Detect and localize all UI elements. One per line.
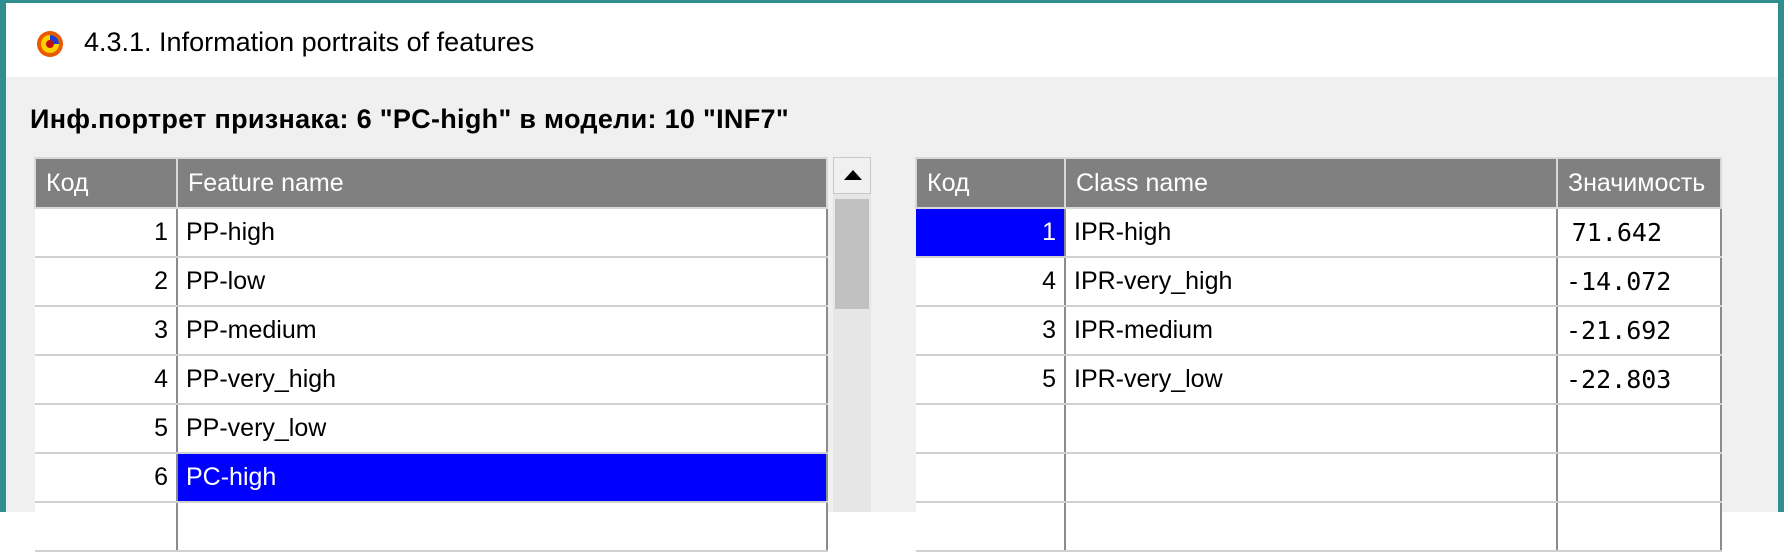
column-header-feature-name[interactable]: Feature name [176, 157, 828, 209]
cell-class-name[interactable] [1065, 502, 1558, 552]
table-row[interactable]: 2 PP-low [35, 257, 828, 307]
cell-feature-name[interactable]: PP-very_low [177, 404, 828, 454]
table-row[interactable] [35, 502, 828, 552]
column-header-code[interactable]: Код [915, 157, 1066, 209]
table-row[interactable]: 3 PP-medium [35, 306, 828, 356]
cell-significance[interactable] [1557, 404, 1722, 454]
table-row[interactable]: 1 PP-high [35, 208, 828, 258]
classes-table: Код Class name Значимость 1 IPR-high 71.64… [915, 157, 1722, 552]
cell-feature-name[interactable]: PP-medium [177, 306, 828, 356]
cell-code[interactable]: 1 [35, 208, 178, 258]
cell-class-name[interactable] [1065, 453, 1558, 503]
classes-header-row: Код Class name Значимость [915, 157, 1722, 209]
cell-code[interactable]: 2 [35, 257, 178, 307]
cell-code[interactable]: 4 [35, 355, 178, 405]
cell-class-name[interactable]: IPR-very_low [1065, 355, 1558, 405]
scroll-thumb[interactable] [835, 199, 869, 309]
cell-feature-name[interactable] [177, 502, 828, 552]
cell-code[interactable]: 3 [35, 306, 178, 356]
cell-class-name[interactable] [1065, 404, 1558, 454]
column-header-significance[interactable]: Значимость [1556, 157, 1722, 209]
page-title: Инф.портрет признака: 6 "PC-high" в моде… [30, 104, 789, 134]
cell-code[interactable] [916, 404, 1066, 454]
cell-code[interactable] [916, 502, 1066, 552]
cell-class-name[interactable]: IPR-medium [1065, 306, 1558, 356]
cell-class-name[interactable]: IPR-high [1065, 208, 1558, 258]
table-row[interactable] [916, 404, 1722, 454]
cell-significance[interactable]: 71.642 [1557, 208, 1722, 258]
table-row[interactable]: 4 PP-very_high [35, 355, 828, 405]
column-header-class-name[interactable]: Class name [1064, 157, 1558, 209]
app-logo-icon [37, 31, 63, 57]
cell-feature-name[interactable]: PP-very_high [177, 355, 828, 405]
table-row-selected[interactable]: 6 PC-high [35, 453, 828, 503]
cell-code[interactable] [916, 453, 1066, 503]
table-row[interactable]: 4 IPR-very_high -14.072 [916, 257, 1722, 307]
cell-feature-name[interactable]: PP-high [177, 208, 828, 258]
cell-significance[interactable]: -14.072 [1557, 257, 1722, 307]
table-row[interactable]: 5 IPR-very_low -22.803 [916, 355, 1722, 405]
window-title: 4.3.1. Information portraits of features [84, 27, 535, 57]
cell-significance[interactable] [1557, 502, 1722, 552]
cell-code[interactable]: 4 [916, 257, 1066, 307]
table-row[interactable] [916, 453, 1722, 503]
column-header-code[interactable]: Код [34, 157, 178, 209]
cell-significance[interactable] [1557, 453, 1722, 503]
cell-code[interactable] [35, 502, 178, 552]
cell-code[interactable]: 3 [916, 306, 1066, 356]
features-header-row: Код Feature name [34, 157, 828, 209]
cell-code-selected[interactable]: 1 [916, 208, 1066, 258]
cell-class-name[interactable]: IPR-very_high [1065, 257, 1558, 307]
cell-feature-name[interactable]: PP-low [177, 257, 828, 307]
table-row-selected[interactable]: 1 IPR-high 71.642 [916, 208, 1722, 258]
cell-significance[interactable]: -22.803 [1557, 355, 1722, 405]
cell-feature-name-selected[interactable]: PC-high [177, 453, 828, 503]
features-scrollbar[interactable] [833, 157, 871, 512]
cell-code[interactable]: 5 [35, 404, 178, 454]
cell-code[interactable]: 6 [35, 453, 178, 503]
features-table: Код Feature name 1 PP-high 2 PP-low 3 PP-me… [34, 157, 828, 552]
scroll-up-arrow-icon[interactable] [833, 157, 871, 194]
table-row[interactable] [916, 502, 1722, 552]
table-row[interactable]: 3 IPR-medium -21.692 [916, 306, 1722, 356]
cell-code[interactable]: 5 [916, 355, 1066, 405]
table-row[interactable]: 5 PP-very_low [35, 404, 828, 454]
title-bar[interactable]: 4.3.1. Information portraits of features [6, 3, 1778, 77]
cell-significance[interactable]: -21.692 [1557, 306, 1722, 356]
